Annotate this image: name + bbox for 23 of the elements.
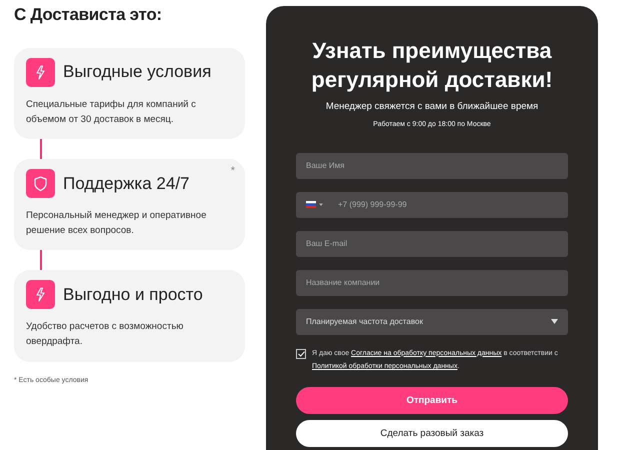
one-time-order-button[interactable]: Сделать разовый заказ	[296, 420, 568, 448]
input-field[interactable]: Название компании	[296, 270, 568, 296]
feature-title: Выгодно и просто	[63, 284, 203, 306]
section-title: С Достависта это:	[14, 4, 163, 26]
feature-description: Удобство расчетов с возможностью овердрафта.	[26, 320, 184, 350]
form-title: регулярной доставки!	[310, 66, 554, 94]
footnote-mark: *	[230, 164, 235, 179]
feature-description: Специальные тарифы для компаний с объемом от 30 доставок в месяц.	[26, 98, 197, 127]
feature-title: Выгодные условия	[63, 61, 212, 84]
form-title: Узнать преимущества	[311, 37, 553, 65]
form-subtitle: Менеджер свяжется с вами в ближайшее время	[324, 100, 540, 114]
phone-field[interactable]: +7 (999) 999-99-99	[296, 192, 568, 218]
feature-title: Поддержка 24/7	[63, 172, 190, 195]
shield-icon	[26, 168, 55, 198]
lightning-icon	[26, 58, 55, 86]
input-field[interactable]: Ваше Имя	[296, 152, 568, 179]
flag-icon[interactable]	[306, 201, 323, 208]
caret-icon	[551, 319, 558, 324]
input-field[interactable]: Ваш E-mail	[296, 230, 568, 257]
feature-description: Персональный менеджер и оперативное решение всех вопросов.	[26, 208, 208, 238]
consent-checkbox[interactable]	[296, 348, 306, 359]
frequency-select[interactable]: Планируемая частота доставок	[296, 308, 568, 335]
lightning-icon	[26, 280, 55, 310]
